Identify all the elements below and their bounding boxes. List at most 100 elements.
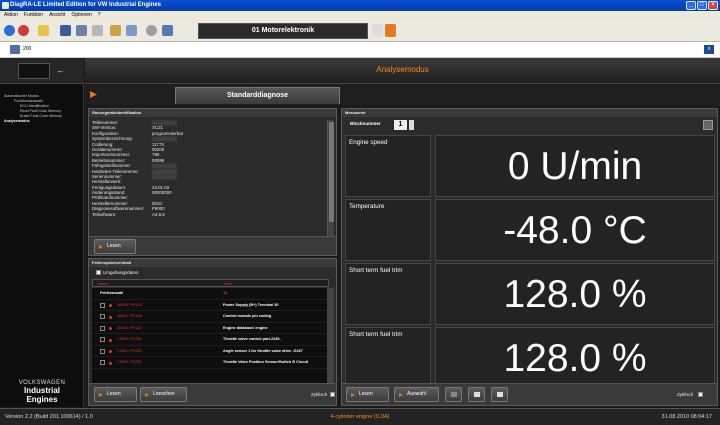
block-number-input[interactable]: 1 [394, 120, 407, 130]
ident-list: Teilenummer: ▒▒▒▒▒▒▒▒ SW-Version: XC21 Konfi… [92, 120, 324, 218]
window-title: DiagRA-LE Limited Edition for VW Industr… [10, 2, 162, 8]
settings-icon[interactable] [110, 25, 121, 36]
disconnect-icon[interactable] [18, 25, 29, 36]
fault-scrollbar[interactable] [327, 288, 334, 383]
fault-row[interactable]: 17659 / P1251 Throttle Valve Position Sen… [92, 357, 329, 369]
ident-read-button[interactable]: Lesen [94, 239, 136, 254]
expand-icon[interactable] [100, 314, 105, 319]
fault-cyclic-checkbox[interactable] [330, 392, 335, 397]
env-data-checkbox[interactable] [96, 270, 101, 276]
col-value[interactable]: Wert [224, 280, 232, 287]
menu-funktion[interactable]: Funktion [24, 11, 43, 20]
chart-view-icon[interactable] [445, 387, 462, 402]
expand-icon[interactable] [100, 348, 105, 354]
fault-text: Power Supply (B+) Terminal 30 [223, 302, 279, 307]
engine-text: 4-cylinder engine (CJIA) [330, 414, 390, 420]
measurement-value: 128.0 % [435, 263, 715, 325]
fault-count-value: 15 [223, 291, 228, 295]
expand-icon[interactable] [100, 360, 105, 365]
app-icon [2, 2, 9, 9]
fault-row[interactable]: 16516 / P0132 Engine database/ engine [92, 323, 329, 334]
export-icon[interactable] [468, 387, 485, 402]
open-folder-icon[interactable] [38, 25, 49, 36]
tab-standard-diagnosis[interactable]: Standarddiagnose [175, 87, 340, 104]
play-icon [99, 245, 103, 249]
brand-logo: VOLKSWAGEN Industrial Engines [18, 380, 66, 404]
vehicle-icon[interactable] [10, 45, 20, 54]
meas-cyclic-label: Zyklisch [677, 392, 694, 397]
fault-row[interactable]: 17662 / P1254 Throttle valve control part… [92, 334, 329, 346]
measurement-value: 128.0 % [435, 327, 715, 389]
ident-footer: Lesen [89, 236, 336, 255]
fault-text: Angle sensor 1 for throttle valve drive … [223, 348, 303, 353]
next-ecu-icon[interactable] [385, 24, 396, 37]
fault-code: 16518 / P0134 [117, 302, 142, 307]
block-spinner[interactable] [409, 120, 414, 130]
measurement-label: Engine speed [345, 135, 431, 197]
save-icon[interactable] [60, 25, 71, 36]
fault-group-row[interactable]: Fehleranzahl 15 [92, 288, 329, 300]
fault-icon [109, 327, 112, 330]
meas-cyclic-checkbox[interactable] [698, 392, 703, 397]
minimize-button[interactable]: _ [686, 1, 696, 10]
secondary-toolbar: 200 x [0, 42, 720, 58]
status-bar: Version 2.2 (Build 201.100614) / 1.0 4-c… [0, 408, 720, 425]
sidebar: ← Automatischer Modus Funktionsauswahl E… [0, 58, 84, 407]
maximize-button[interactable]: □ [697, 1, 707, 10]
window-icon[interactable] [491, 387, 508, 402]
play-icon [99, 393, 103, 397]
back-arrow-icon[interactable]: ← [56, 65, 66, 75]
ident-scrollbar[interactable] [327, 120, 334, 240]
measurement-row: Short term fuel trim 128.0 % [345, 263, 715, 325]
datetime-text: 31.08.2010 08:04:17 [661, 414, 712, 420]
fault-cyclic-label: Zyklisch [311, 392, 328, 397]
measurement-value: 0 U/min [435, 135, 715, 197]
help-icon[interactable] [146, 25, 157, 36]
scroll-thumb[interactable] [329, 122, 334, 222]
meas-read-button[interactable]: Lesen [346, 387, 389, 402]
export-glyph [474, 392, 480, 397]
measurement-label: Temperature [345, 199, 431, 261]
copy-icon[interactable] [92, 25, 103, 36]
measurement-panel: Messwerte Blocknummer 1 Engine speed 0 U/… [341, 108, 718, 406]
expand-icon[interactable] [100, 302, 105, 308]
fault-read-button[interactable]: Lesen [94, 387, 137, 402]
menu-ansicht[interactable]: Ansicht [49, 11, 65, 20]
fault-list: Fehleranzahl 15 16518 / P0134 Power Supply … [92, 288, 329, 383]
fault-row[interactable]: 17661 / P1253 Angle sensor 1 for throttle… [92, 346, 329, 357]
meas-title: Messwerte [342, 109, 717, 117]
fault-code: 17659 / P1251 [117, 360, 142, 364]
menu-optionen[interactable]: Optionen [72, 11, 92, 20]
measurement-label: Short term fuel trim [345, 263, 431, 325]
fault-clear-button[interactable]: Loeschen [140, 387, 187, 402]
ecu-selector[interactable]: 01 Motorelektronik [198, 23, 368, 39]
ident-title: Steuergeräteidentifikation [89, 109, 336, 117]
menu-aktion[interactable]: Aktion [4, 11, 18, 20]
tab-row: Standarddiagnose [85, 85, 720, 105]
info-icon[interactable] [162, 25, 173, 36]
prev-ecu-icon[interactable] [372, 24, 383, 37]
fault-icon [109, 304, 112, 307]
close-button[interactable]: × [708, 1, 718, 10]
play-icon [145, 393, 149, 397]
env-data-option[interactable]: Umgebungsdaten [96, 270, 139, 276]
window-toggle-icon[interactable] [703, 120, 713, 130]
fault-row[interactable]: 16518 / P0134 Power Supply (B+) Terminal … [92, 300, 329, 311]
tree-item-analysis[interactable]: Analysemodus [4, 119, 62, 124]
measurement-value: -48.0 °C [435, 199, 715, 261]
fault-row[interactable]: 16522 / P0138 Control module pin coding [92, 311, 329, 323]
expand-icon[interactable] [100, 337, 105, 342]
fault-code: 16522 / P0138 [117, 314, 142, 318]
print-icon[interactable] [76, 25, 87, 36]
sidebar-header: ← [0, 58, 84, 84]
expand-icon[interactable] [100, 325, 105, 331]
menu-help[interactable]: ? [98, 11, 101, 20]
fault-icon [109, 350, 112, 353]
meas-footer: Lesen Auswahl Zyklisch [342, 383, 717, 405]
connect-icon[interactable] [4, 25, 15, 36]
expand-arrow-icon[interactable] [90, 91, 97, 98]
grid-icon[interactable] [126, 25, 137, 36]
col-name[interactable]: Name [97, 280, 108, 287]
x64-icon[interactable]: x [704, 45, 714, 54]
meas-select-button[interactable]: Auswahl [394, 387, 439, 402]
